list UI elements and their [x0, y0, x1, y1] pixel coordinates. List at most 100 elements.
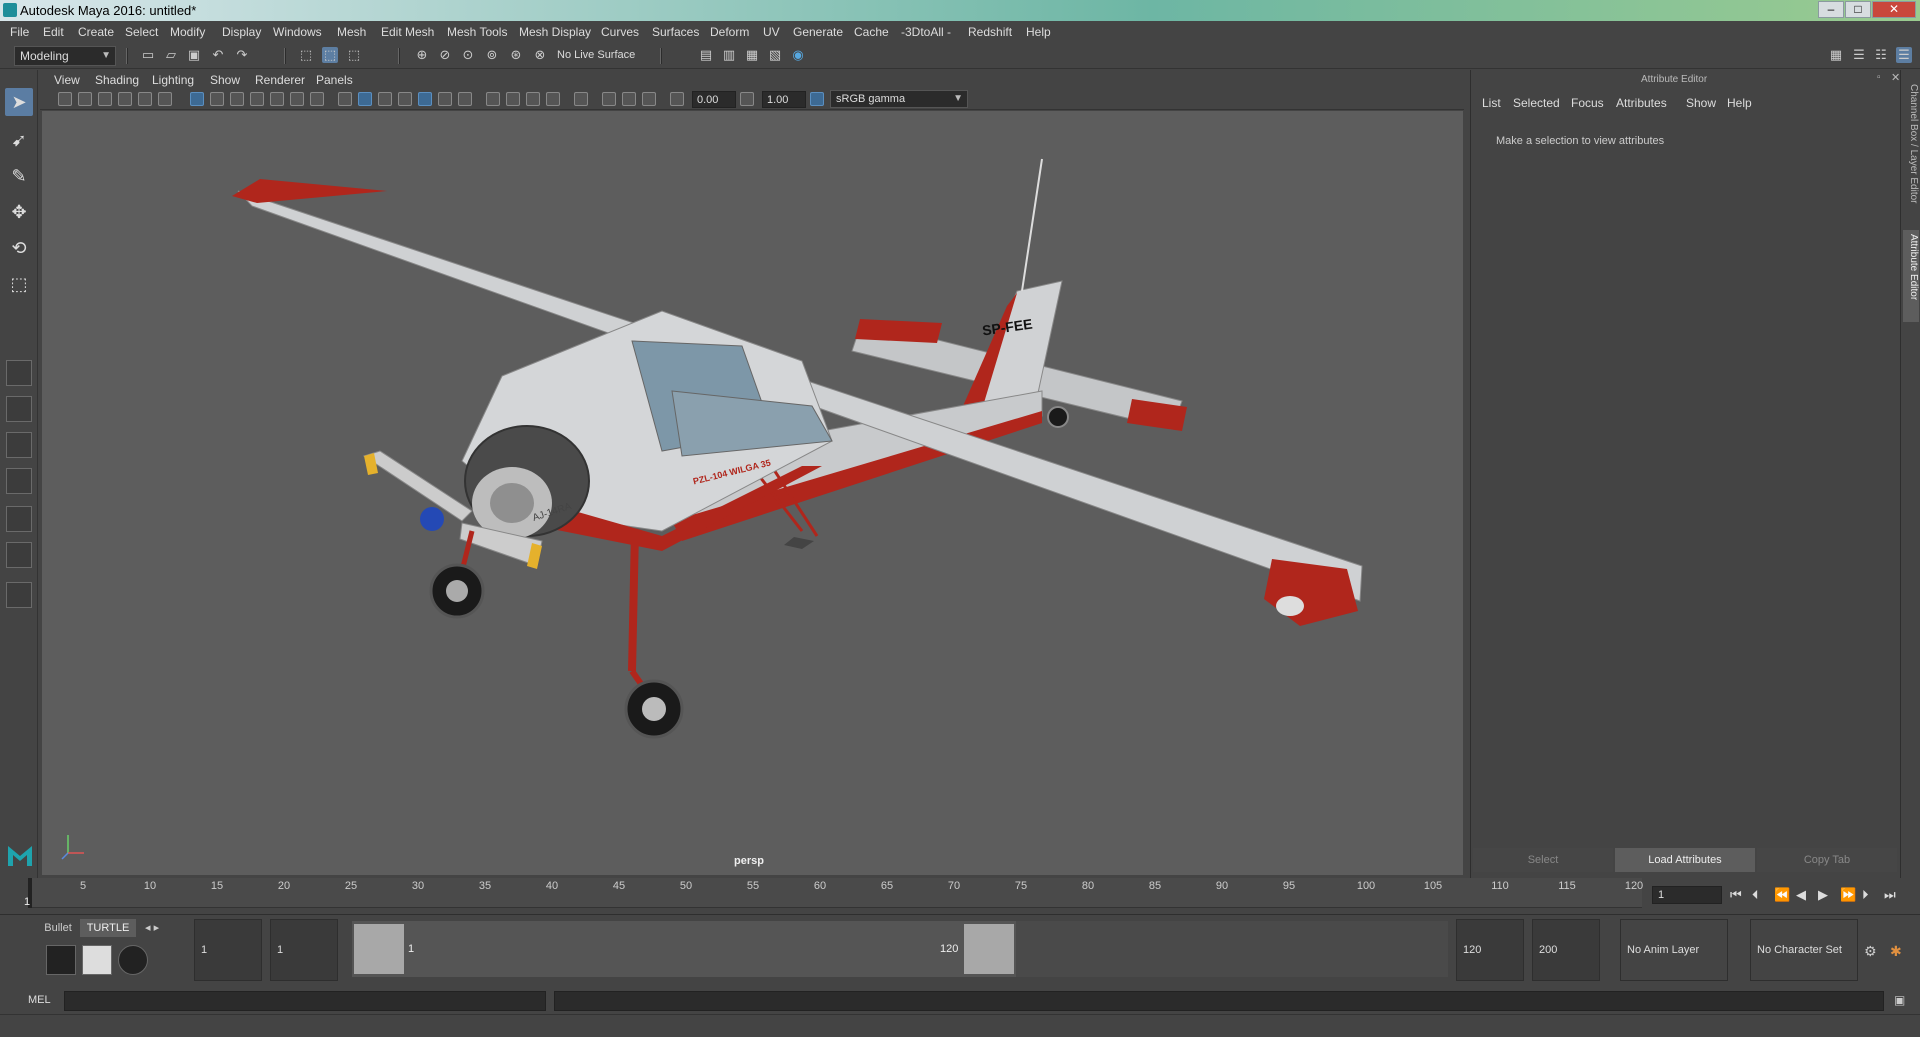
snap-curve-icon[interactable]: ⊘ [437, 47, 453, 63]
script-language-label[interactable]: MEL [28, 994, 51, 1006]
redo-icon[interactable]: ↷ [234, 47, 250, 63]
field-chart-icon[interactable] [270, 92, 284, 106]
fire-shelf-icon[interactable] [46, 945, 76, 975]
close-button[interactable]: ✕ [1872, 1, 1916, 18]
panel-menu-shading[interactable]: Shading [95, 73, 139, 87]
go-to-start-icon[interactable]: ⏮ [1730, 888, 1742, 902]
menu-select[interactable]: Select [125, 25, 158, 39]
motion-blur-icon[interactable] [506, 92, 520, 106]
hypershade-icon[interactable]: ▧ [767, 47, 783, 63]
wireframe-on-shaded-icon[interactable] [398, 92, 412, 106]
bookmark-icon[interactable] [98, 92, 112, 106]
snap-view-icon[interactable]: ⊚ [484, 47, 500, 63]
view-transform-dropdown[interactable]: sRGB gamma ▼ [830, 90, 968, 108]
time-slider[interactable]: 5 10 15 20 25 30 35 40 45 50 55 60 65 70… [0, 878, 1920, 914]
gamma-icon[interactable] [740, 92, 754, 106]
range-slider-empty[interactable] [1016, 921, 1448, 977]
menu-windows[interactable]: Windows [273, 25, 322, 39]
make-live-icon[interactable]: ⊗ [532, 47, 548, 63]
play-forwards-icon[interactable]: ▶ [1818, 888, 1828, 902]
ae-menu-attributes[interactable]: Attributes [1616, 96, 1667, 110]
render-shelf-icon[interactable] [82, 945, 112, 975]
color-management-icon[interactable] [810, 92, 824, 106]
float-panel-icon[interactable]: ▫ [1877, 72, 1881, 83]
animation-prefs-icon[interactable]: ⚙ [1864, 943, 1877, 960]
use-default-material-icon[interactable] [378, 92, 392, 106]
range-end-handle[interactable] [964, 924, 1014, 974]
safe-action-icon[interactable] [290, 92, 304, 106]
panel-menu-lighting[interactable]: Lighting [152, 73, 194, 87]
gate-mask-icon[interactable] [250, 92, 264, 106]
select-tool-icon[interactable]: ➤ [5, 88, 33, 116]
menu-help[interactable]: Help [1026, 25, 1051, 39]
menu-deform[interactable]: Deform [710, 25, 749, 39]
isolate-select-icon[interactable] [574, 92, 588, 106]
minimize-button[interactable]: – [1818, 1, 1844, 18]
open-scene-icon[interactable]: ▱ [163, 47, 179, 63]
new-scene-icon[interactable]: ▭ [140, 47, 156, 63]
menu-edit-mesh[interactable]: Edit Mesh [381, 25, 434, 39]
film-gate-icon[interactable] [210, 92, 224, 106]
ae-menu-show[interactable]: Show [1686, 96, 1716, 110]
tab-attribute-editor[interactable]: Attribute Editor [1903, 230, 1919, 322]
script-editor-icon[interactable]: ▣ [1894, 993, 1905, 1007]
grid-icon[interactable] [190, 92, 204, 106]
ae-menu-list[interactable]: List [1482, 96, 1501, 110]
shadows-icon[interactable] [458, 92, 472, 106]
grease-pencil-icon[interactable] [158, 92, 172, 106]
menu-3dtoall[interactable]: -3DtoAll - [901, 25, 951, 39]
menu-curves[interactable]: Curves [601, 25, 639, 39]
menu-create[interactable]: Create [78, 25, 114, 39]
single-pane-layout-icon[interactable] [6, 360, 32, 386]
workspace-icon[interactable]: ▦ [1828, 47, 1844, 63]
multisample-aa-icon[interactable] [526, 92, 540, 106]
lasso-tool-icon[interactable]: ➹ [5, 126, 33, 154]
2d-pan-zoom-icon[interactable] [138, 92, 152, 106]
snap-surface-icon[interactable]: ⊛ [508, 47, 524, 63]
snap-point-icon[interactable]: ⊙ [460, 47, 476, 63]
attribute-editor-toggle-icon[interactable]: ☰ [1896, 47, 1912, 63]
menu-cache[interactable]: Cache [854, 25, 889, 39]
menu-generate[interactable]: Generate [793, 25, 843, 39]
animation-start-field[interactable]: 1 [194, 919, 262, 981]
hypershade-layout-icon[interactable] [6, 542, 32, 568]
shelf-tab-bullet[interactable]: Bullet [38, 919, 78, 937]
menu-file[interactable]: File [10, 25, 29, 39]
camera-attributes-icon[interactable] [78, 92, 92, 106]
panel-menu-panels[interactable]: Panels [316, 73, 353, 87]
ae-menu-selected[interactable]: Selected [1513, 96, 1560, 110]
screen-space-ao-icon[interactable] [486, 92, 500, 106]
menu-redshift[interactable]: Redshift [968, 25, 1012, 39]
custom-layout-icon[interactable] [6, 582, 32, 608]
exposure-icon[interactable] [670, 92, 684, 106]
auto-key-icon[interactable]: ✱ [1890, 943, 1902, 960]
outliner-toggle-icon[interactable]: ☰ [1851, 47, 1867, 63]
resolution-gate-icon[interactable] [230, 92, 244, 106]
range-slider-track[interactable] [352, 921, 1016, 977]
ae-menu-help[interactable]: Help [1727, 96, 1752, 110]
menu-display[interactable]: Display [222, 25, 261, 39]
image-plane-icon[interactable] [118, 92, 132, 106]
gamma-field[interactable]: 1.00 [762, 91, 806, 108]
panel-menu-view[interactable]: View [54, 73, 80, 87]
character-set-dropdown[interactable]: No Character Set [1750, 919, 1858, 981]
select-button[interactable]: Select [1473, 848, 1613, 872]
panel-menu-show[interactable]: Show [210, 73, 240, 87]
render-view-icon[interactable]: ◉ [790, 47, 806, 63]
snap-grid-icon[interactable]: ⊕ [414, 47, 430, 63]
perspective-viewport[interactable]: AJ-14RA SP-FEE PZL-104 WILGA 35 persp [42, 111, 1463, 875]
shelf-tab-scroll-icon[interactable]: ◂ ▸ [145, 921, 159, 934]
shelf-tab-turtle[interactable]: TURTLE [80, 919, 136, 937]
go-to-end-icon[interactable]: ⏭ [1884, 888, 1896, 902]
textured-icon[interactable] [418, 92, 432, 106]
render-frame-icon[interactable]: ▤ [698, 47, 714, 63]
load-attributes-button[interactable]: Load Attributes [1615, 848, 1755, 872]
select-object-icon[interactable]: ⬚ [322, 47, 338, 63]
xray-active-icon[interactable] [622, 92, 636, 106]
four-pane-layout-icon[interactable] [6, 396, 32, 422]
menu-uv[interactable]: UV [763, 25, 780, 39]
depth-of-field-icon[interactable] [546, 92, 560, 106]
outliner-layout-icon[interactable] [6, 468, 32, 494]
wireframe-icon[interactable] [338, 92, 352, 106]
menu-edit[interactable]: Edit [43, 25, 64, 39]
